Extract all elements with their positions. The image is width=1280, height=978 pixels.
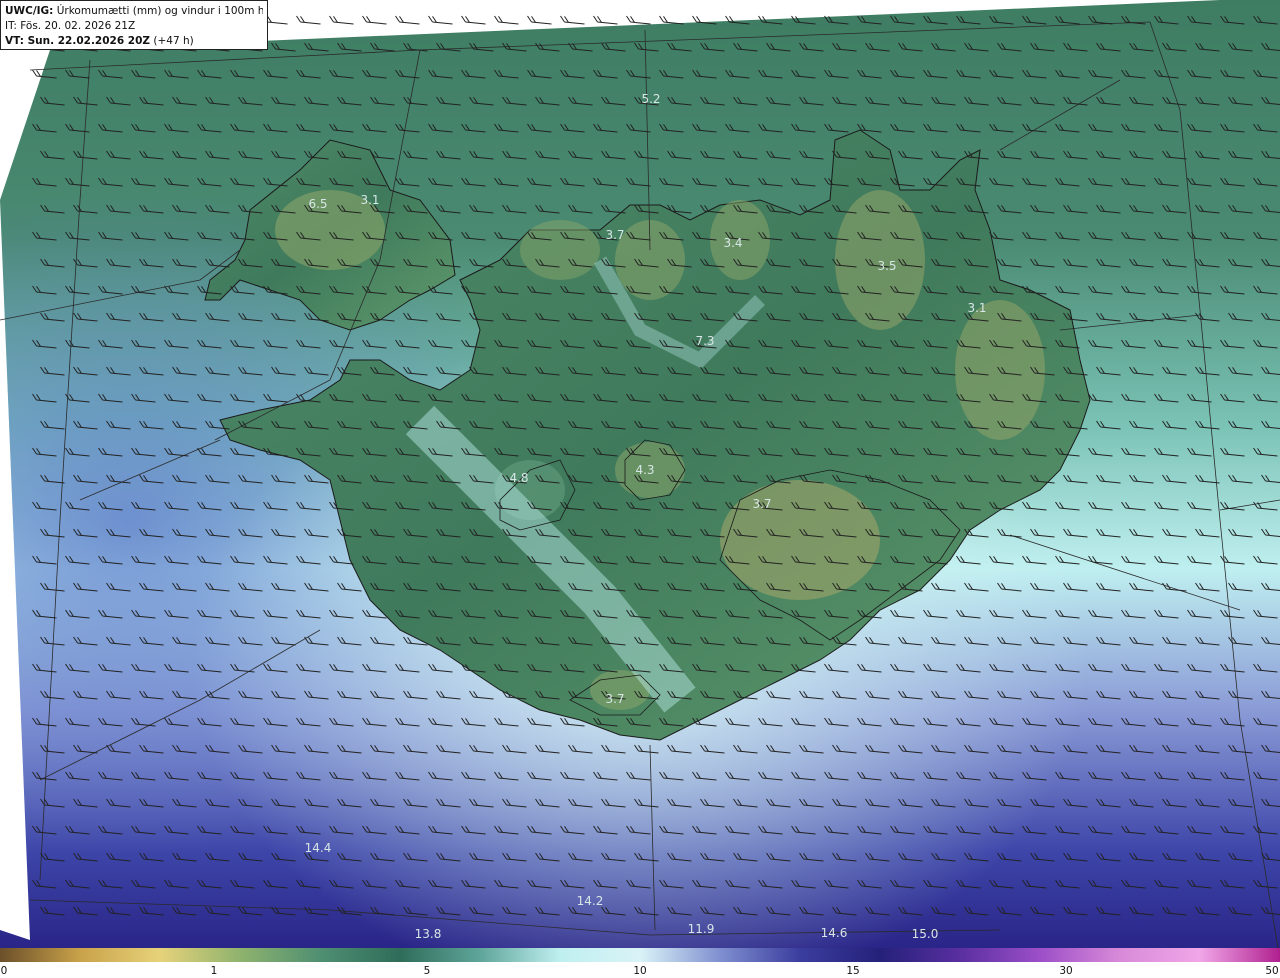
colorbar: 0 1 5 10 15 30 50 [0, 948, 1280, 978]
value-label: 6.5 [308, 197, 327, 211]
value-label: 15.0 [912, 927, 939, 941]
initial-time: IT: Fös. 20. 02. 2026 21Z [5, 20, 136, 32]
colorbar-tick: 0 [0, 965, 8, 977]
value-label: 5.2 [641, 92, 660, 106]
model-name: UWC/IG: [5, 5, 54, 17]
colorbar-tick: 10 [633, 965, 647, 977]
map-title-box: UWC/IG: Úrkomumætti (mm) og vindur i 100… [0, 0, 268, 50]
value-label: 3.7 [605, 228, 624, 242]
value-label: 4.3 [635, 463, 654, 477]
forecast-map: 5.2 6.5 3.1 3.7 3.4 3.5 3.1 7.3 4.8 4.3 … [0, 0, 1280, 978]
value-label: 4.8 [509, 471, 528, 485]
value-label: 13.8 [415, 927, 442, 941]
colorbar-tick: 5 [423, 965, 431, 977]
map-canvas: 5.2 6.5 3.1 3.7 3.4 3.5 3.1 7.3 4.8 4.3 … [0, 0, 1280, 948]
value-label: 14.4 [305, 841, 332, 855]
colorbar-strip [0, 948, 1280, 962]
value-label: 14.6 [821, 926, 848, 940]
valid-time-line: VT: Sun. 22.02.2026 20Z (+47 h) [5, 34, 263, 49]
value-label: 11.9 [688, 922, 715, 936]
value-label: 3.7 [752, 497, 771, 511]
title-line: UWC/IG: Úrkomumætti (mm) og vindur i 100… [5, 4, 263, 19]
valid-time: VT: Sun. 22.02.2026 20Z [5, 35, 151, 47]
colorbar-tick: 15 [846, 965, 860, 977]
value-label: 3.1 [967, 301, 986, 315]
value-label: 3.4 [723, 236, 742, 250]
colorbar-tick: 50 [1265, 965, 1279, 977]
value-label: 7.3 [695, 334, 714, 348]
colorbar-tick: 30 [1059, 965, 1073, 977]
value-label: 14.2 [577, 894, 604, 908]
parameter-name: Úrkomumætti (mm) og vindur i 100m hæð [56, 5, 263, 17]
colorbar-tick: 1 [210, 965, 218, 977]
value-label: 3.5 [877, 259, 896, 273]
value-label: 3.7 [605, 692, 624, 706]
value-label: 3.1 [360, 193, 379, 207]
lead-time: (+47 h) [153, 35, 194, 47]
